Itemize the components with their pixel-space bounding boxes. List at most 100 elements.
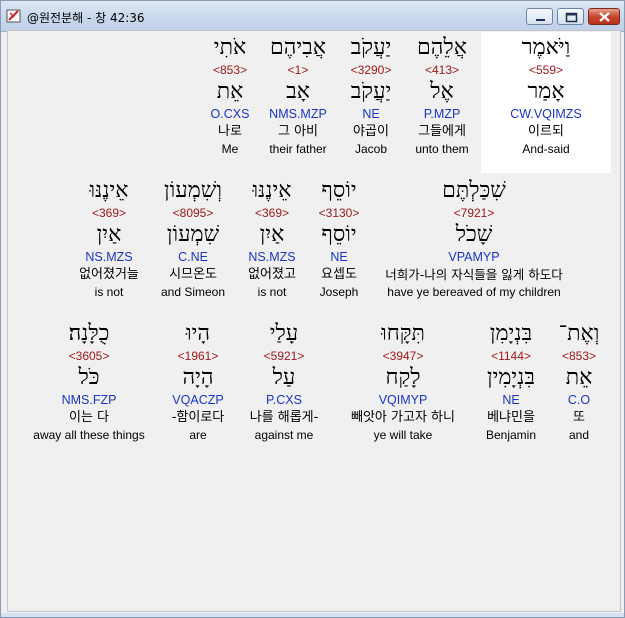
parsing-code: P.CXS [266, 393, 302, 407]
strong-number[interactable]: <369> [240, 204, 304, 222]
english-gloss: is not [94, 285, 124, 299]
strong-number[interactable]: <3605> [24, 347, 154, 365]
word-cell[interactable]: וְאֶת־ <853> אֵת C.O 또 and [554, 320, 604, 443]
english-gloss: Benjamin [485, 428, 537, 442]
hebrew-word: יוֹסֵף [321, 178, 357, 203]
hebrew-root: יַעֲקֹב [350, 79, 392, 104]
strong-number[interactable]: <5921> [239, 347, 329, 365]
parsing-code: O.CXS [210, 107, 250, 121]
korean-gloss: 없어졌고 [248, 267, 296, 282]
word-cell[interactable]: אֵינֶנּוּ <369> אַיִן NS.MZS 없어졌고 is not [240, 177, 304, 300]
parsing-code: C.NE [178, 250, 208, 264]
minimize-button[interactable] [526, 8, 553, 25]
interlinear-panel[interactable]: וַיֹּאמֶר <559> אָמַר CW.VQIMZS 이르되 And-… [7, 30, 621, 612]
word-cell[interactable]: וְשִׁמְעוֹן <8095> שִׁמְעוֹן C.NE 시므온도 a… [153, 177, 233, 300]
word-cell[interactable]: יוֹסֵף <3130> יוֹסֵף NE 요셉도 Joseph [309, 177, 369, 300]
word-cell[interactable]: שִׁכַּלְתֶּם <7921> שָׁכֹל VPAMYP 너희가-나의… [374, 177, 574, 300]
strong-number[interactable]: <1961> [163, 347, 233, 365]
word-cell[interactable]: אֹתִי <853> אֵת O.CXS 나로 Me [200, 34, 260, 157]
title-bar[interactable]: @원전분해 - 창 42:36 [1, 1, 624, 32]
hebrew-root: שָׁכֹל [455, 222, 493, 247]
parsing-code: NE [362, 107, 380, 121]
strong-number[interactable]: <3290> [336, 61, 406, 79]
parsing-code: NMS.MZP [269, 107, 327, 121]
hebrew-word: אֹתִי [213, 35, 247, 60]
english-gloss: ye will take [373, 428, 433, 442]
app-window: @원전분해 - 창 42:36 וַיֹּאמֶר <559> אָמַר CW… [0, 0, 625, 618]
english-gloss: their father [269, 142, 327, 156]
hebrew-word: וְאֶת־ [558, 321, 600, 346]
strong-number[interactable]: <1> [258, 61, 338, 79]
korean-gloss: 너희가-나의 자식들을 잃게 하도다 [385, 267, 563, 282]
strong-number[interactable]: <369> [72, 204, 146, 222]
word-cell[interactable]: אֲבִיהֶם <1> אָב NMS.MZP 그 아비 their fath… [258, 34, 338, 157]
window-title: @원전분해 - 창 42:36 [27, 11, 145, 25]
close-button[interactable] [588, 8, 620, 25]
korean-gloss: 없어졌거늘 [79, 267, 139, 282]
strong-number[interactable]: <559> [501, 61, 591, 79]
hebrew-root: שִׁמְעוֹן [166, 222, 220, 247]
parsing-code: NS.MZS [248, 250, 296, 264]
word-cell[interactable]: עָלַי <5921> עַל P.CXS 나를 해롭게- against m… [239, 320, 329, 443]
hebrew-word: הָיוּ [185, 321, 211, 346]
english-gloss: away all these things [33, 428, 145, 442]
english-gloss: against me [254, 428, 314, 442]
strong-number[interactable]: <8095> [153, 204, 233, 222]
korean-gloss: 베냐민을 [487, 410, 535, 425]
korean-gloss: 빼앗아 가고자 하니 [351, 410, 455, 425]
strong-number[interactable]: <853> [554, 347, 604, 365]
maximize-button[interactable] [557, 8, 584, 25]
word-cell[interactable]: אֵינֶנּוּ <369> אַיִן NS.MZS 없어졌거늘 is no… [72, 177, 146, 300]
hebrew-word: וְשִׁמְעוֹן [164, 178, 222, 203]
korean-gloss: 시므온도 [169, 267, 217, 282]
strong-number[interactable]: <853> [200, 61, 260, 79]
window-bottom-frame [1, 613, 624, 617]
english-gloss: unto them [415, 142, 469, 156]
strong-number[interactable]: <413> [407, 61, 477, 79]
parsing-code: NE [330, 250, 348, 264]
maximize-icon [565, 12, 578, 23]
hebrew-root: אָמַר [527, 79, 565, 104]
word-cell[interactable]: בִּנְיָמִן <1144> בִּנְיָמִין NE 베냐민을 Be… [476, 320, 546, 443]
korean-gloss: 요셉도 [321, 267, 357, 282]
strong-number[interactable]: <3130> [309, 204, 369, 222]
parsing-code: C.O [567, 393, 591, 407]
english-gloss: and [568, 428, 590, 442]
hebrew-word: שִׁכַּלְתֶּם [442, 178, 506, 203]
english-gloss: is not [257, 285, 287, 299]
strong-number[interactable]: <3947> [338, 347, 468, 365]
hebrew-root: אָב [286, 79, 310, 104]
hebrew-root: כֹּל [78, 365, 100, 390]
hebrew-word: עָלַי [269, 321, 299, 346]
hebrew-word: תִּקָּחוּ [381, 321, 425, 346]
parsing-code: P.MZP [423, 107, 461, 121]
word-cell[interactable]: תִּקָּחוּ <3947> לָקַח VQIMYP 빼앗아 가고자 하니… [338, 320, 468, 443]
hebrew-root: אַיִן [96, 222, 122, 247]
strong-number[interactable]: <1144> [476, 347, 546, 365]
app-icon [6, 8, 22, 24]
korean-gloss: -함이로다 [171, 410, 225, 425]
english-gloss: And-said [522, 142, 570, 156]
korean-gloss: 이르되 [528, 124, 564, 139]
hebrew-root: אֵת [565, 365, 593, 390]
hebrew-word: אֵינֶנּוּ [252, 178, 292, 203]
hebrew-root: אֶל [430, 79, 454, 104]
korean-gloss: 또 [573, 410, 585, 425]
word-cell[interactable]: יַעֲקֹב <3290> יַעֲקֹב NE 야곱이 Jacob [336, 34, 406, 157]
close-icon [599, 12, 610, 22]
english-gloss: are [189, 428, 207, 442]
hebrew-word: וַיֹּאמֶר [521, 35, 571, 60]
parsing-code: NE [502, 393, 520, 407]
word-cell[interactable]: הָיוּ <1961> הָיָה VQACZP -함이로다 are [163, 320, 233, 443]
english-gloss: Me [221, 142, 239, 156]
hebrew-root: יוֹסֵף [321, 222, 357, 247]
word-cell[interactable]: כֻלָּנָה׃ <3605> כֹּל NMS.FZP 이는 다 away … [24, 320, 154, 443]
hebrew-word: אֲבִיהֶם [270, 35, 326, 60]
word-cell[interactable]: אֲלֵהֶם <413> אֶל P.MZP 그들에게 unto them [407, 34, 477, 157]
strong-number[interactable]: <7921> [374, 204, 574, 222]
hebrew-word: בִּנְיָמִן [489, 321, 533, 346]
korean-gloss: 나를 해롭게- [249, 410, 319, 425]
word-cell[interactable]: וַיֹּאמֶר <559> אָמַר CW.VQIMZS 이르되 And-… [501, 34, 591, 157]
english-gloss: Joseph [319, 285, 359, 299]
hebrew-word: אֵינֶנּוּ [89, 178, 129, 203]
